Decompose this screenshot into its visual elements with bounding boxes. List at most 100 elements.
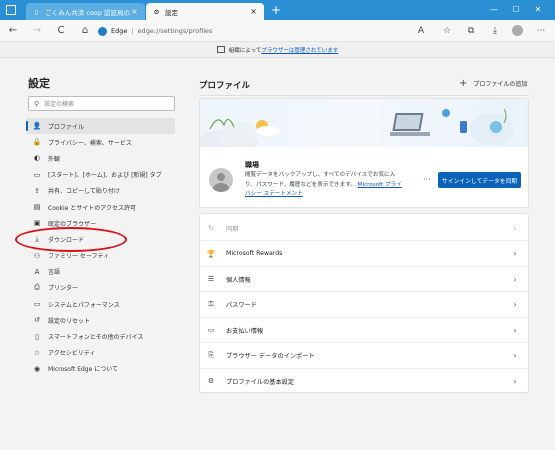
settings-row[interactable]: ☰ 個人情報 ›: [200, 267, 530, 292]
settings-row[interactable]: ⚿ パスワード ›: [200, 293, 530, 318]
sidebar-item-label: システムとパフォーマンス: [48, 301, 120, 309]
printer-icon: ⎙: [34, 283, 40, 292]
address-separator: |: [131, 27, 134, 35]
reading-icon[interactable]: A: [414, 24, 428, 38]
sidebar-item[interactable]: ↺ 設定のリセット: [26, 312, 175, 328]
sidebar-item[interactable]: ◉ Microsoft Edge について: [26, 361, 175, 377]
new-tab-button[interactable]: +: [270, 3, 282, 17]
sidebar-item-label: 設定のリセット: [48, 317, 91, 325]
profile-banner-illustration: [200, 99, 528, 157]
plus-icon: +: [459, 78, 468, 89]
person-icon: 👤: [32, 122, 42, 131]
building-icon: [216, 46, 225, 53]
settings-row[interactable]: 🏆 Microsoft Rewards ›: [200, 242, 530, 267]
address-toolbar: ← → C ⌂ Edge | edge://settings/profiles …: [0, 20, 555, 42]
settings-title: 設定: [28, 77, 50, 90]
sync-icon: ↻: [208, 224, 214, 232]
key-icon: ⚿: [208, 300, 214, 308]
settings-search-input[interactable]: ⚲ 設定の検索: [28, 96, 175, 111]
add-profile-label: プロファイルの追加: [473, 81, 528, 88]
search-icon: ⚲: [34, 99, 40, 108]
sidebar-item[interactable]: ▤ Cookie とサイトのアクセス許可: [26, 199, 175, 215]
add-profile-button[interactable]: + プロファイルの追加: [459, 78, 527, 89]
minimize-button[interactable]: —: [486, 3, 502, 16]
family-icon: ⚇: [33, 251, 41, 260]
refresh-button[interactable]: C: [54, 24, 68, 38]
close-icon[interactable]: ×: [130, 7, 139, 16]
sidebar-item-label: [スタート]、[ホーム]、および [新規] タブ: [48, 172, 162, 180]
settings-row[interactable]: ⚙ プロファイルの基本設定 ›: [200, 369, 530, 394]
sidebar-item[interactable]: ◐ 外観: [26, 150, 175, 166]
settings-row[interactable]: ↻ 同期 ›: [200, 216, 530, 241]
chevron-right-icon: ›: [513, 274, 517, 284]
sidebar-item-label: Cookie とサイトのアクセス許可: [48, 204, 136, 212]
settings-row[interactable]: ⎘ ブラウザー データのインポート ›: [200, 344, 530, 369]
tab-settings[interactable]: ⚙ 設定 ×: [146, 3, 264, 20]
palette-icon: ◐: [33, 154, 41, 163]
settings-sidebar: 設定 ⚲ 設定の検索 👤 プロファイル 🔒 プライバシー、検索、サービス ◐ 外観 ▭ [スタ…: [15, 58, 175, 450]
profile-card: 職場 閲覧データをバックアップし、すべてのデバイスでお気に入り、パスワード、履歴…: [199, 98, 529, 208]
sidebar-item[interactable]: A 言語: [26, 264, 175, 280]
search-placeholder: 設定の検索: [44, 101, 75, 108]
chevron-right-icon: ›: [513, 325, 517, 335]
accessibility-icon: ☆: [33, 348, 41, 357]
favorite-star-icon[interactable]: ☆: [440, 24, 454, 38]
sidebar-item-label: プロファイル: [48, 123, 85, 131]
import-icon: ⎘: [208, 351, 214, 359]
forward-button[interactable]: →: [30, 24, 44, 38]
profile-description: 閲覧データをバックアップし、すべてのデバイスでお気に入り、パスワード、履歴などを…: [245, 171, 405, 200]
home-button[interactable]: ⌂: [78, 24, 92, 38]
settings-row-label: お支払い情報: [226, 327, 264, 335]
settings-row-label: ブラウザー データのインポート: [226, 353, 315, 360]
page-title: プロファイル: [199, 81, 251, 91]
tab-kokumin[interactable]: ▯ ごくみん共済 coop 認証局のダイン ×: [26, 3, 145, 20]
sidebar-item[interactable]: 👤 プロファイル: [26, 118, 175, 135]
sidebar-item[interactable]: ▯ スマートフォンとその他のデバイス: [26, 328, 175, 344]
banner-illustration-svg: [200, 108, 514, 157]
banner-text: 組織によって: [228, 47, 262, 54]
profile-avatar: [209, 168, 233, 192]
profile-settings-icon: ⚙: [207, 377, 215, 385]
downloads-icon[interactable]: ⤓: [488, 24, 502, 38]
sidebar-item-label: 共有、コピーして貼り付け: [48, 188, 120, 196]
signin-sync-button[interactable]: サインインしてデータを同期: [438, 172, 521, 188]
browser-icon: ▣: [33, 219, 41, 228]
more-options-icon[interactable]: ···: [423, 175, 431, 184]
chevron-right-icon: ›: [513, 249, 517, 258]
language-icon: A: [34, 267, 40, 276]
sidebar-item[interactable]: 🔒 プライバシー、検索、サービス: [26, 134, 175, 150]
sidebar-item[interactable]: ▭ [スタート]、[ホーム]、および [新規] タブ: [26, 167, 175, 183]
tab-actions-button[interactable]: [6, 5, 16, 15]
page-icon: ▯: [34, 7, 39, 16]
sidebar-item[interactable]: ⎙ プリンター: [26, 280, 175, 296]
address-bar[interactable]: Edge | edge://settings/profiles: [98, 23, 398, 39]
close-icon[interactable]: ×: [249, 7, 258, 16]
managed-link[interactable]: ブラウザーは管理されています: [261, 46, 338, 54]
sidebar-item[interactable]: ⇪ 共有、コピーして貼り付け: [26, 183, 175, 199]
sidebar-item-label: Microsoft Edge について: [48, 366, 119, 374]
settings-row-label: 同期: [226, 225, 239, 233]
profile-name: 職場: [245, 161, 259, 169]
sidebar-item-label: ファミリー セーフティ: [48, 253, 110, 261]
profile-settings-list: ↻ 同期 › 🏆 Microsoft Rewards › ☰ 個人情報 › ⚿ パスワード › ▭ お支払…: [199, 213, 530, 394]
tab-label: ごくみん共済 coop 認証局のダイン: [45, 8, 130, 17]
sidebar-item[interactable]: ☆ アクセシビリティ: [26, 345, 175, 361]
maximize-button[interactable]: ☐: [508, 3, 524, 16]
annotation-circle: [15, 227, 127, 252]
chevron-right-icon: ›: [513, 376, 517, 386]
phone-icon: ▯: [35, 332, 39, 341]
reset-icon: ↺: [34, 316, 40, 325]
chevron-right-icon: ›: [513, 351, 517, 360]
lock-icon: 🔒: [32, 138, 42, 147]
back-button[interactable]: ←: [6, 24, 20, 38]
close-window-button[interactable]: ✕: [530, 3, 546, 16]
settings-row[interactable]: ▭ お支払い情報 ›: [200, 318, 530, 343]
collections-icon[interactable]: ⧉: [464, 24, 478, 38]
site-name: Edge: [111, 27, 128, 35]
card-icon: ▭: [207, 326, 215, 334]
sidebar-item-label: 外観: [48, 155, 61, 163]
more-menu-icon[interactable]: ···: [534, 24, 548, 38]
share-icon: ⇪: [34, 186, 40, 195]
profile-avatar-button[interactable]: [512, 25, 523, 36]
sidebar-item[interactable]: ▭ システムとパフォーマンス: [26, 296, 175, 312]
